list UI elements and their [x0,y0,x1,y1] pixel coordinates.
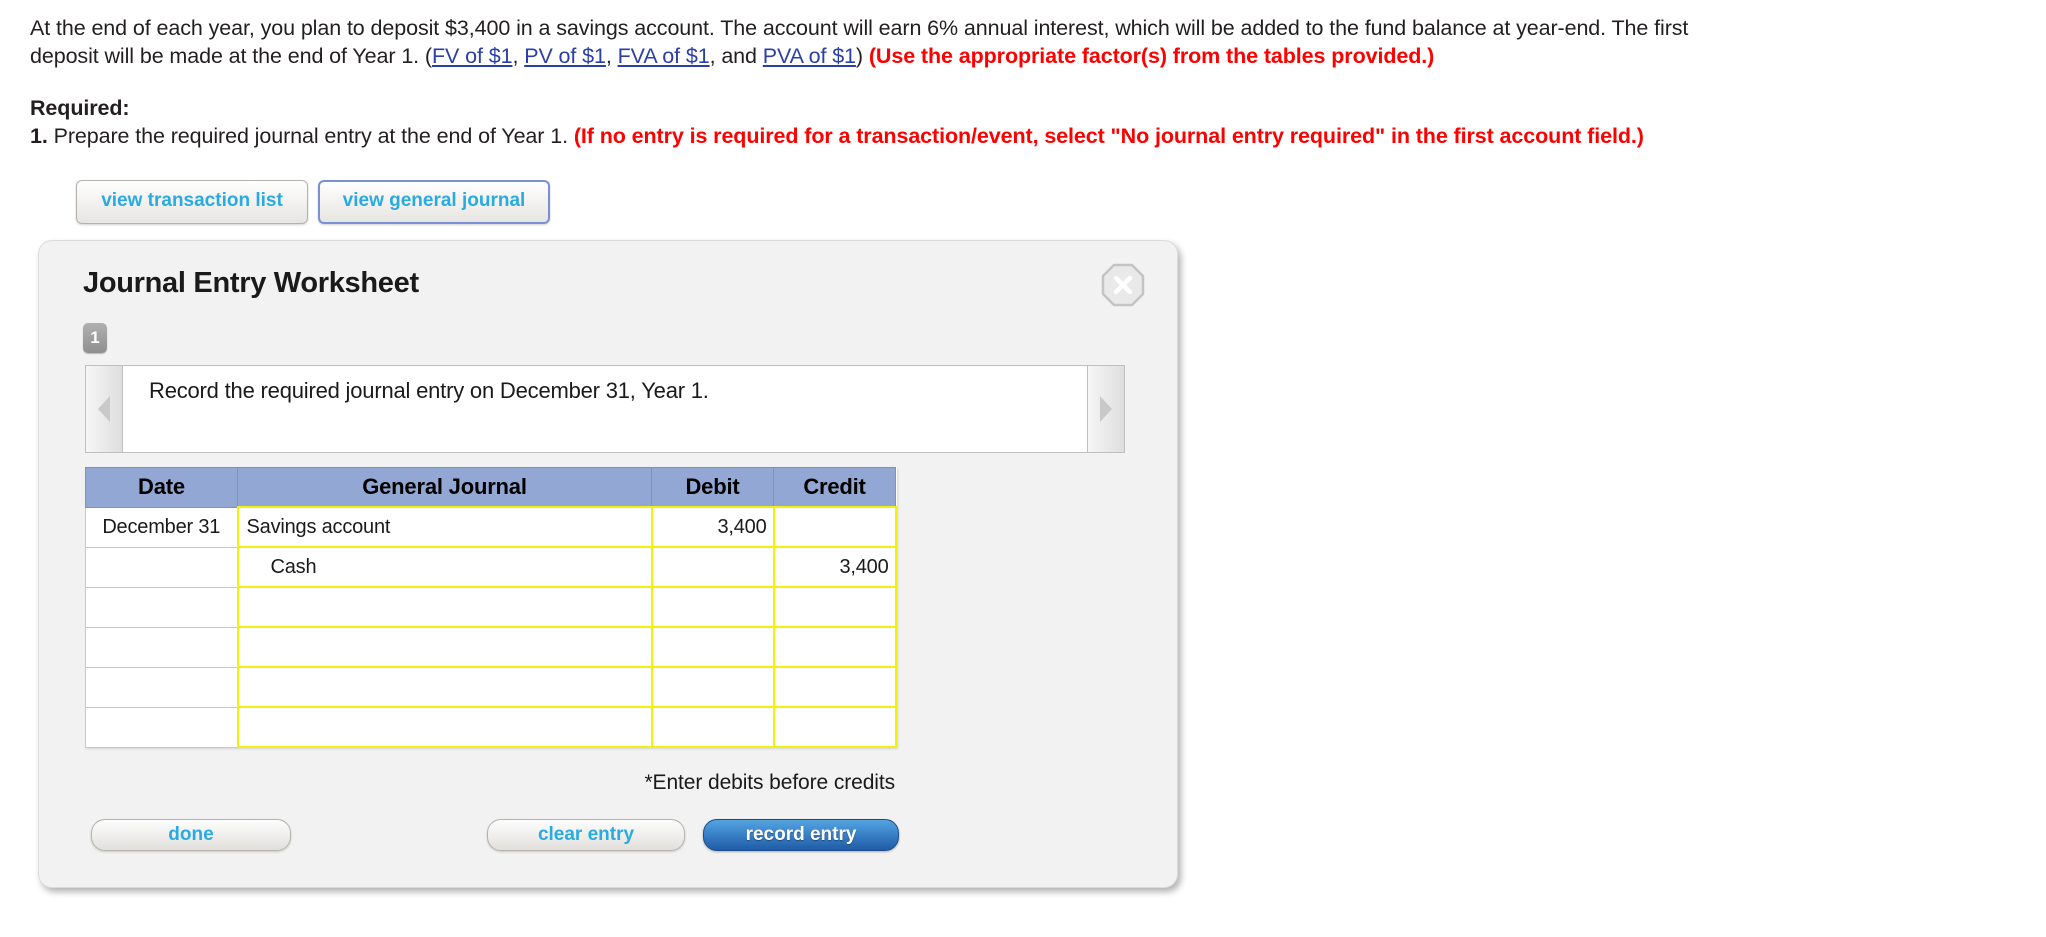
worksheet-tabs: view transaction list view general journ… [76,180,2046,224]
use-factors-note: (Use the appropriate factor(s) from the … [868,44,1435,68]
link-pv-of-1[interactable]: PV of $1 [524,44,606,68]
cell-date[interactable] [85,666,238,708]
cell-account[interactable] [236,626,653,668]
required-item-note: (If no entry is required for a transacti… [573,124,1644,148]
worksheet-footer: done clear entry record entry [39,819,1177,859]
cell-date[interactable] [85,706,238,748]
page-title: Journal Entry Worksheet [83,267,419,299]
cell-date[interactable] [85,546,238,588]
chevron-right-icon[interactable] [1087,365,1125,453]
tab-view-transaction-list-label: view transaction list [101,190,283,211]
table-row [85,626,897,668]
problem-statement: At the end of each year, you plan to dep… [0,0,2046,70]
tab-view-general-journal[interactable]: view general journal [318,180,550,224]
cell-account[interactable] [236,666,653,708]
cell-debit[interactable] [650,626,775,668]
column-header-general-journal: General Journal [237,467,652,508]
instruction-navigator: Record the required journal entry on Dec… [85,365,1125,453]
clear-entry-button[interactable]: clear entry [487,819,685,851]
done-button[interactable]: done [91,819,291,851]
close-paren: ) [855,44,869,68]
link-fva-of-1[interactable]: FVA of $1 [618,44,710,68]
table-row [85,706,897,748]
cell-credit[interactable]: 3,400 [772,546,897,588]
cell-credit[interactable] [772,706,897,748]
cell-debit[interactable] [650,706,775,748]
problem-line-2-prefix: deposit will be made at the end of Year … [30,44,432,68]
separator-1: , [512,44,525,68]
debits-before-credits-note: *Enter debits before credits [644,771,895,794]
clear-entry-button-label: clear entry [537,824,635,845]
cell-credit[interactable] [772,666,897,708]
cell-credit[interactable] [772,586,897,628]
cell-account[interactable]: Savings account [236,506,653,548]
cell-account[interactable]: Cash [236,546,653,588]
cell-debit[interactable] [650,586,775,628]
cell-account[interactable] [236,706,653,748]
cell-account[interactable] [236,586,653,628]
link-pva-of-1[interactable]: PVA of $1 [763,44,856,68]
cell-credit[interactable] [772,506,897,548]
cell-debit[interactable]: 3,400 [650,506,775,548]
table-row [85,586,897,628]
column-header-credit: Credit [773,467,896,508]
table-row [85,666,897,708]
required-item-text: Prepare the required journal entry at th… [47,124,574,148]
tab-view-transaction-list[interactable]: view transaction list [76,180,308,224]
link-fv-of-1[interactable]: FV of $1 [432,44,513,68]
cell-credit[interactable] [772,626,897,668]
record-entry-button[interactable]: record entry [703,819,899,851]
close-icon[interactable] [1101,263,1145,307]
required-section: Required: 1. Prepare the required journa… [0,70,2046,150]
cell-debit[interactable] [650,546,775,588]
done-button-label: done [168,824,214,845]
table-row: December 31 Savings account 3,400 [85,506,897,548]
column-header-debit: Debit [651,467,774,508]
journal-entry-worksheet-panel: Journal Entry Worksheet 1 Record the req… [38,240,1178,888]
cell-date[interactable] [85,626,238,668]
instruction-text: Record the required journal entry on Dec… [123,365,1087,453]
chevron-left-icon[interactable] [85,365,123,453]
cell-debit[interactable] [650,666,775,708]
required-item-number: 1. [30,124,48,148]
tab-view-general-journal-label: view general journal [342,190,526,211]
required-label: Required: [30,96,130,120]
required-item-1: 1. Prepare the required journal entry at… [30,122,2046,150]
separator-3: , and [709,44,763,68]
general-journal-table: Date General Journal Debit Credit Decemb… [85,467,897,748]
column-header-date: Date [85,467,238,508]
cell-date[interactable] [85,586,238,628]
cell-date[interactable]: December 31 [85,506,238,548]
table-header-row: Date General Journal Debit Credit [85,467,896,508]
table-row: Cash 3,400 [85,546,897,588]
step-badge: 1 [83,323,107,353]
separator-2: , [605,44,618,68]
problem-line-1: At the end of each year, you plan to dep… [30,16,1689,40]
record-entry-button-label: record entry [745,824,857,845]
